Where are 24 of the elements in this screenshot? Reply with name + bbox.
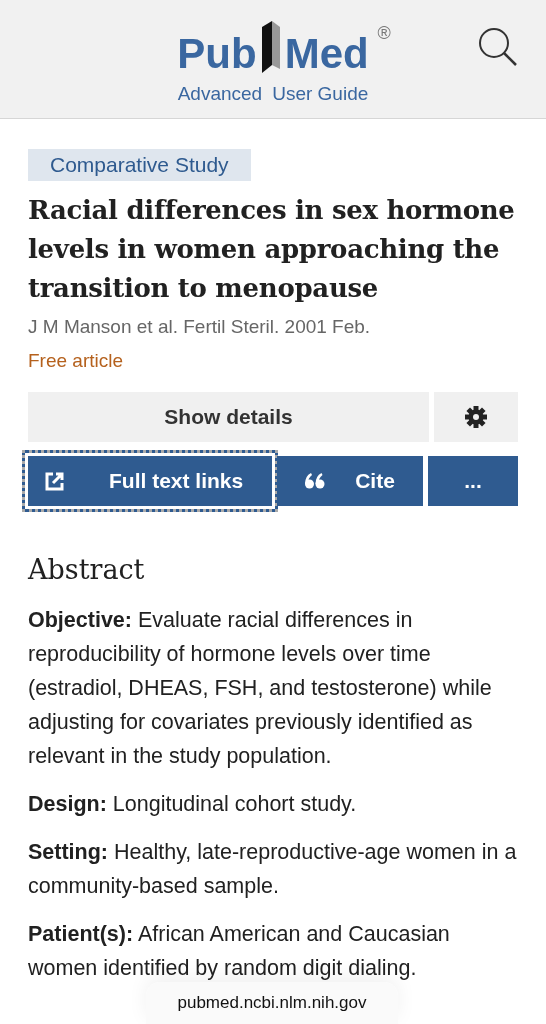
show-details-button[interactable]: Show details	[28, 392, 429, 442]
abstract-paragraph: Patient(s): African American and Caucasian women identified by random digit dialing.	[28, 921, 451, 982]
cite-button[interactable]: Cite	[277, 456, 423, 506]
citation[interactable]: J M Manson et al. Fertil Steril. 2001 Feb.	[28, 316, 518, 338]
section-heading: Abstract	[28, 554, 146, 585]
url-bar[interactable]: pubmed.ncbi.nlm.nih.gov	[146, 982, 398, 1024]
quote-icon	[305, 473, 326, 489]
logo-text[interactable]: Med	[284, 33, 369, 79]
gear-icon	[465, 406, 487, 428]
abstract-paragraph: Objective: Evaluate racial differences in reproducibility of hormone levels over time (estradiol, DHEAS, FSH, and testosterone) while adjusting for covariates previously identified as relevant in the study population.	[28, 607, 493, 770]
header-link[interactable]: Advanced	[177, 83, 263, 105]
abstract-paragraph: Design: Longitudinal cohort study.	[28, 791, 358, 818]
search-icon[interactable]	[477, 26, 519, 68]
abstract-paragraph: Setting: Healthy, late-reproductive-age women in a community-based sample.	[28, 839, 518, 900]
header-link[interactable]: User Guide	[272, 83, 369, 105]
full-text-links-button[interactable]: Full text links	[22, 450, 278, 512]
external-link-icon	[45, 471, 65, 491]
registered-mark: ®	[377, 23, 391, 44]
more-button[interactable]: ...	[428, 456, 518, 506]
logo-text[interactable]: Pub	[177, 33, 257, 79]
article-title: Racial differences in sex hormone levels in women approaching the transition to menopause	[28, 194, 516, 305]
free-article-label: Free article	[28, 350, 125, 372]
publication-type[interactable]: Comparative Study	[28, 149, 251, 181]
settings-button[interactable]	[434, 392, 518, 442]
